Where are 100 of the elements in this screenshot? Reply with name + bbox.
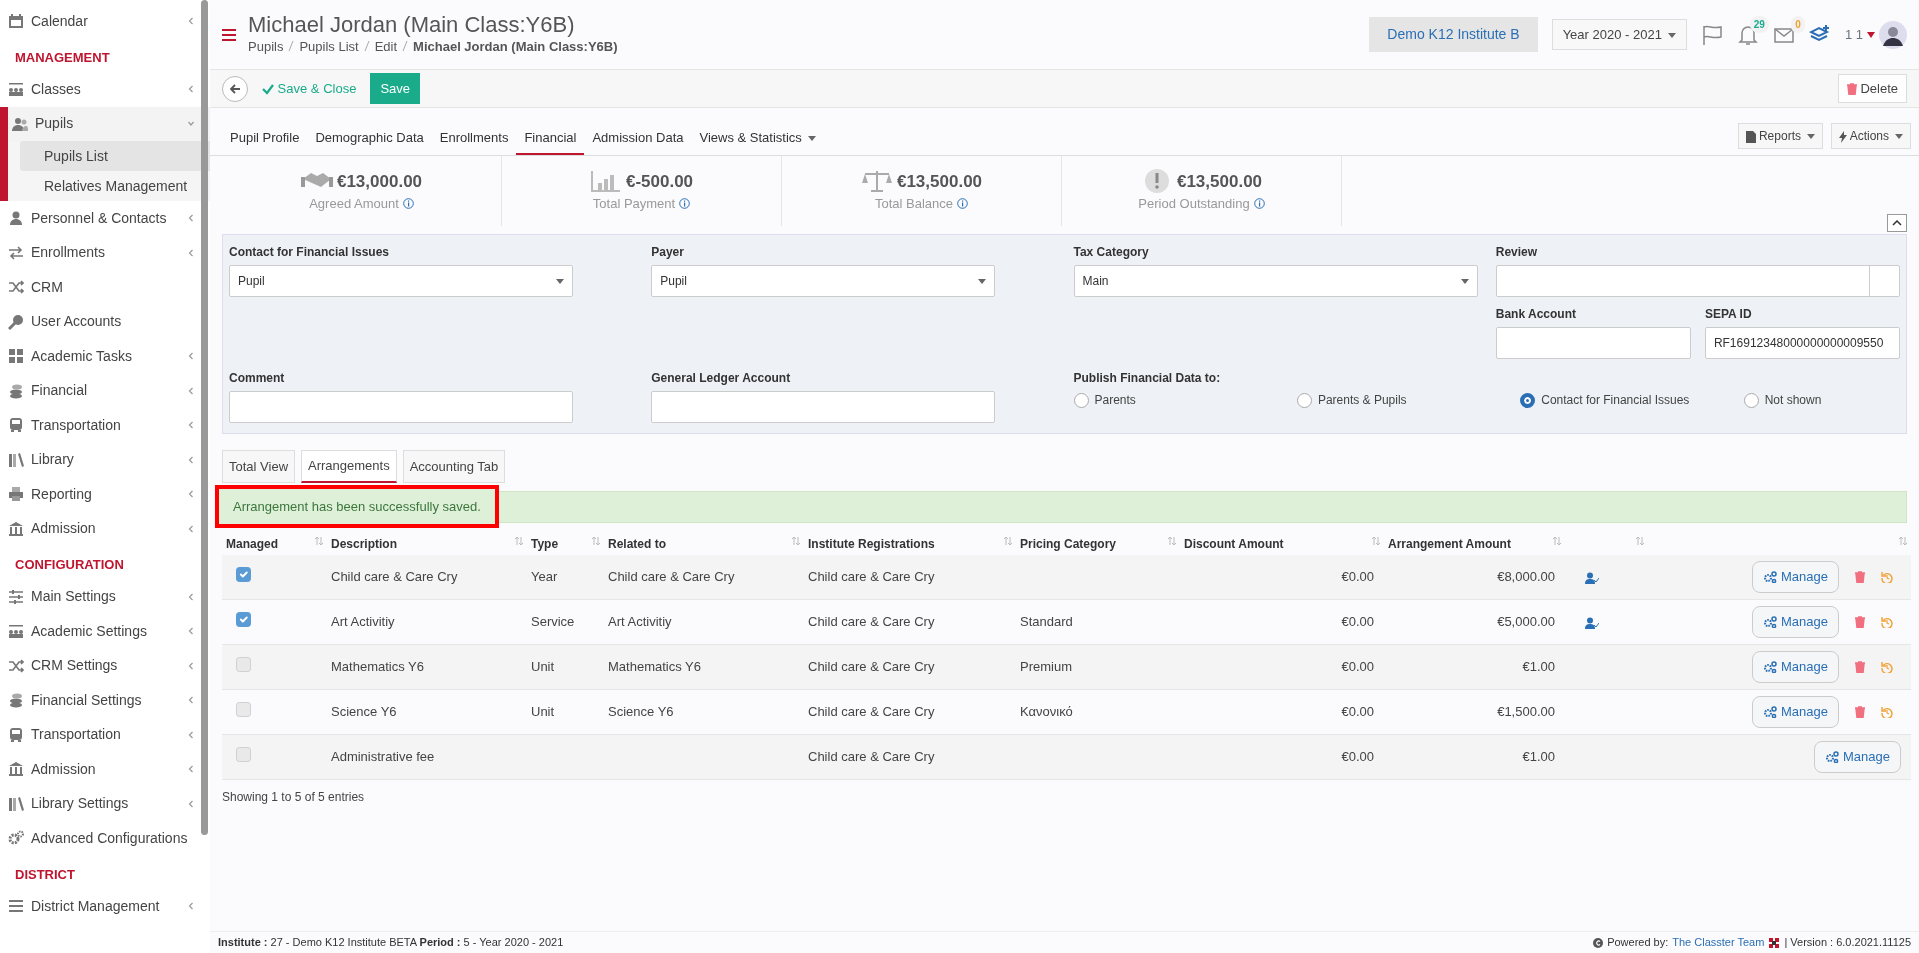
manage-button[interactable]: Manage [1752, 561, 1839, 593]
sidebar-item[interactable]: Main Settings [0, 579, 210, 614]
column-header[interactable]: Description [331, 536, 397, 551]
column-header[interactable]: Managed [226, 536, 278, 551]
sidebar-item[interactable]: Enrollments [0, 235, 210, 270]
table-cell: €1,500.00 [1497, 704, 1555, 720]
review-field[interactable] [1495, 265, 1900, 297]
checkbox[interactable] [236, 567, 251, 582]
select-field[interactable]: Pupil [651, 265, 995, 297]
info-icon [679, 198, 691, 210]
sidebar-item[interactable]: Library Settings [0, 786, 210, 821]
trash-icon[interactable] [1855, 570, 1865, 583]
breadcrumb-link[interactable]: Pupils [248, 36, 284, 57]
menu-icon[interactable] [222, 28, 236, 41]
table-cell: Child care & Care Cry [608, 569, 735, 584]
sidebar-subitem[interactable]: Pupils List [20, 141, 210, 171]
team-link[interactable]: The Classter Team [1672, 934, 1765, 951]
radio-option[interactable]: Parents & Pupils [1296, 391, 1521, 409]
sidebar-item[interactable]: Transportation [0, 717, 210, 752]
flag-icon[interactable] [1700, 23, 1723, 46]
tab[interactable]: Financial [516, 121, 585, 155]
sidebar-item[interactable]: Personnel & Contacts [0, 201, 210, 236]
section-heading: MANAGEMENT [14, 48, 111, 67]
printer-icon [8, 486, 24, 503]
select-field[interactable]: Pupil [229, 265, 573, 297]
tab[interactable]: Admission Data [584, 121, 692, 155]
column-header[interactable]: Arrangement Amount [1388, 536, 1511, 551]
sidebar-item[interactable]: Academic Settings [0, 614, 210, 649]
sidebar-item[interactable]: Reporting [0, 477, 210, 512]
tab[interactable]: Arrangements [301, 450, 397, 483]
sidebar-item[interactable]: CRM Settings [0, 648, 210, 683]
sidebar-subitem[interactable]: Relatives Management [20, 171, 210, 201]
sepa-id-field[interactable]: RF16912348000000000009550 [1704, 327, 1900, 359]
breadcrumb-link[interactable]: Pupils List [299, 36, 359, 57]
checkbox[interactable] [236, 612, 251, 628]
gears-icon [1763, 706, 1777, 718]
back-button[interactable] [222, 75, 248, 102]
manage-button[interactable]: Manage [1752, 606, 1839, 638]
year-select[interactable]: Year 2020 - 2021 [1551, 18, 1687, 51]
sidebar-item[interactable]: Library [0, 442, 210, 477]
sidebar-item[interactable]: Advanced Configurations [0, 821, 210, 856]
chevron-up-icon [1892, 220, 1902, 226]
chevron-icon [188, 524, 194, 533]
column-header[interactable]: Institute Registrations [808, 536, 935, 551]
sidebar-item[interactable]: District Management [0, 889, 210, 924]
sort-icon [1004, 536, 1012, 545]
notification-count: 29 [1749, 15, 1769, 33]
tab[interactable]: Total View [222, 450, 295, 483]
table-cell: Standard [1020, 614, 1073, 630]
ledger-account-field[interactable] [651, 391, 995, 423]
table-cell: Administrative fee [331, 749, 435, 765]
sidebar-item[interactable]: Admission [0, 752, 210, 787]
footer-info: Institute : 27 - Demo K12 Institute BETA Period : 5 - Year 2020 - 2021 [218, 935, 564, 951]
chevron-icon [188, 490, 194, 499]
select-field[interactable]: Main [1073, 265, 1478, 297]
page-title: Michael Jordan (Main Class:Y6B) [248, 12, 576, 37]
chevron-icon [188, 799, 194, 808]
books-icon [8, 451, 24, 468]
amount-value: €13,500.00 [1176, 170, 1263, 193]
reports-button[interactable]: Reports [1737, 123, 1823, 149]
bolt-icon [1838, 130, 1847, 143]
sort-icon [1636, 536, 1644, 545]
tab[interactable]: Views & Statistics [691, 121, 824, 155]
history-icon[interactable] [1881, 616, 1893, 628]
avatar[interactable] [1879, 20, 1907, 49]
column-header[interactable]: Pricing Category [1020, 536, 1117, 551]
trash-icon[interactable] [1855, 616, 1865, 628]
sidebar-item[interactable]: Admission [0, 511, 210, 546]
column-header[interactable]: Discount Amount [1184, 536, 1284, 551]
sidebar-item[interactable]: Academic Tasks [0, 339, 210, 374]
sidebar-item[interactable]: Financial Settings [0, 683, 210, 718]
breadcrumb-link[interactable]: Edit [374, 36, 398, 57]
breadcrumb-current: Michael Jordan (Main Class:Y6B) [413, 37, 618, 56]
table-cell: Art Activitiy [608, 614, 672, 630]
tab[interactable]: Enrollments [431, 121, 517, 155]
sidebar-item[interactable]: Classes [0, 72, 210, 107]
tab[interactable]: Demographic Data [307, 121, 432, 155]
delete-button[interactable]: Delete [1837, 73, 1907, 104]
sidebar-item[interactable]: Financial [0, 373, 210, 408]
column-header[interactable]: Related to [608, 536, 666, 551]
institute-button[interactable]: Demo K12 Institute B [1369, 17, 1538, 52]
comment-field[interactable] [229, 391, 573, 423]
field-label: Contact for Financial Issues [229, 244, 391, 261]
tab[interactable]: Pupil Profile [222, 121, 308, 155]
radio-option[interactable]: Contact for Financial Issues [1520, 391, 1744, 409]
history-icon[interactable] [1881, 570, 1893, 583]
bank-account-field[interactable] [1495, 327, 1691, 359]
sidebar-item[interactable]: User Accounts [0, 304, 210, 339]
radio-option[interactable]: Not shown [1743, 391, 1900, 409]
tab[interactable]: Accounting Tab [402, 450, 506, 483]
column-header[interactable]: Type [531, 536, 559, 551]
sidebar-item[interactable]: CRM [0, 270, 210, 305]
collapse-button[interactable] [1887, 214, 1907, 232]
user-name[interactable]: 1 1 [1844, 24, 1863, 45]
sidebar-item[interactable]: Calendar [0, 4, 210, 39]
radio-option[interactable]: Parents [1073, 391, 1297, 409]
scrollbar[interactable] [201, 0, 208, 835]
sidebar-item[interactable]: Transportation [0, 408, 210, 443]
actions-button[interactable]: Actions [1830, 123, 1911, 149]
field-label: General Ledger Account [651, 370, 792, 387]
